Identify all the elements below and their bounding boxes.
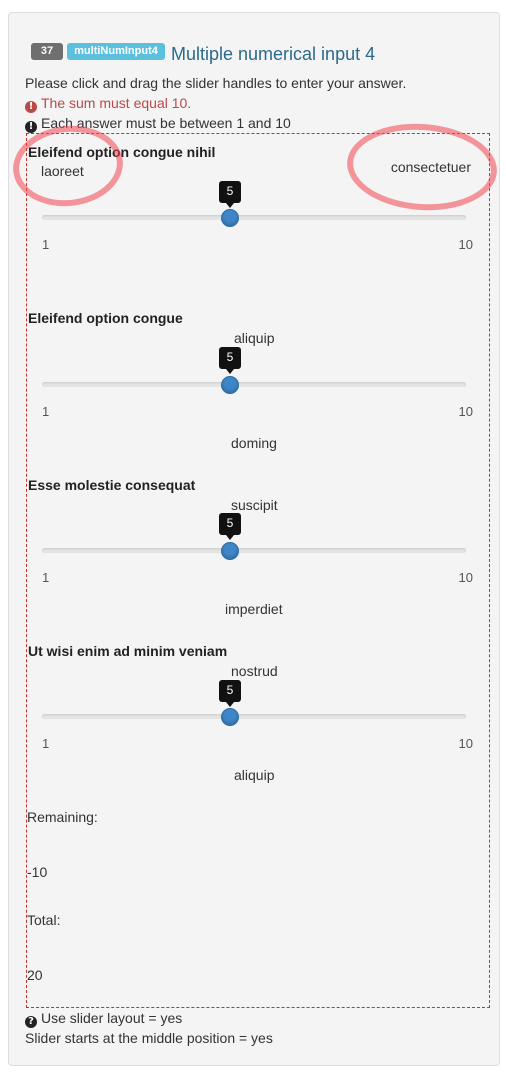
slider-4-bottom-text: aliquip <box>234 767 275 783</box>
remaining-label: Remaining: <box>27 809 98 825</box>
question-number-badge: 37 <box>31 43 63 60</box>
slider-layout-text: Use slider layout = yes <box>41 1010 183 1026</box>
slider-4-max-label: 10 <box>458 736 473 751</box>
total-label: Total: <box>27 912 61 928</box>
slider-1-min-label: 1 <box>42 237 50 252</box>
slider-4-top-text: nostrud <box>231 663 278 679</box>
slider-2-bottom-text: doming <box>231 435 277 451</box>
slider-2-label: Eleifend option congue <box>28 310 183 326</box>
total-value: 20 <box>27 967 43 983</box>
sum-error-message: ! The sum must equal 10. <box>25 94 191 113</box>
answer-area: Eleifend option congue nihil laoreet con… <box>26 133 490 1008</box>
sum-error-text: The sum must equal 10. <box>41 95 192 111</box>
slider-3-top-text: suscipit <box>231 497 278 513</box>
exclamation-circle-icon: ! <box>25 101 37 113</box>
slider-2-min-label: 1 <box>42 404 50 419</box>
slider-3-label: Esse molestie consequat <box>28 477 196 493</box>
slider-1-value-tooltip: 5 <box>219 181 241 208</box>
slider-3-track[interactable] <box>42 548 466 553</box>
remaining-value: -10 <box>27 864 48 880</box>
slider-4-track[interactable] <box>42 714 466 719</box>
slider-start-note: Slider starts at the middle position = y… <box>25 1030 273 1046</box>
slider-4-value-tooltip: 5 <box>219 680 241 707</box>
slider-layout-note: ? Use slider layout = yes <box>25 1009 182 1028</box>
exclamation-circle-icon: ! <box>25 121 37 133</box>
slider-3-max-label: 10 <box>458 570 473 585</box>
slider-1-max-label: 10 <box>458 237 473 252</box>
slider-2-track[interactable] <box>42 382 466 387</box>
slider-3-min-label: 1 <box>42 570 50 585</box>
instruction-text: Please click and drag the slider handles… <box>25 75 407 91</box>
slider-3-bottom-text: imperdiet <box>225 601 283 617</box>
slider-1-handle[interactable] <box>221 209 239 227</box>
slider-2-handle[interactable] <box>221 376 239 394</box>
slider-4-label: Ut wisi enim ad minim veniam <box>28 643 228 659</box>
slider-3-handle[interactable] <box>221 542 239 560</box>
question-type-badge: multiNumInput4 <box>67 43 165 60</box>
slider-1-track[interactable] <box>42 215 466 220</box>
slider-2-top-text: aliquip <box>234 330 275 346</box>
slider-2-max-label: 10 <box>458 404 473 419</box>
slider-2-value-tooltip: 5 <box>219 347 241 374</box>
slider-3-value-tooltip: 5 <box>219 513 241 540</box>
question-title: Multiple numerical input 4 <box>171 44 376 64</box>
slider-4-min-label: 1 <box>42 736 50 751</box>
slider-4-handle[interactable] <box>221 708 239 726</box>
question-circle-icon: ? <box>25 1016 37 1028</box>
